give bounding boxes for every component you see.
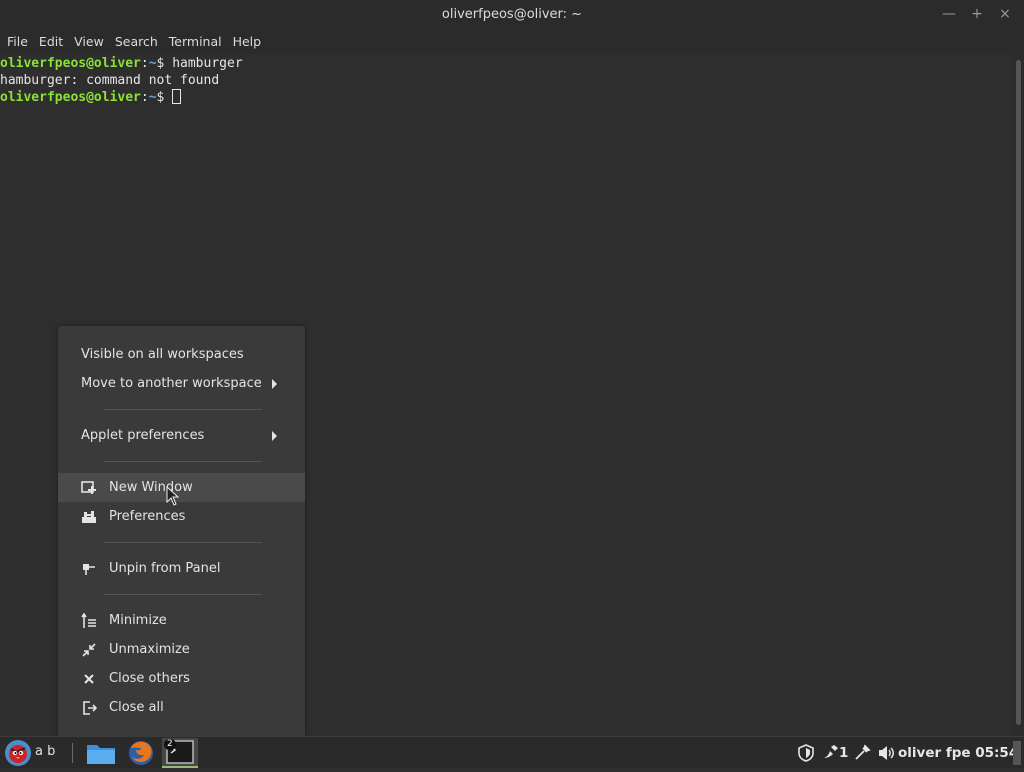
scrollbar-thumb[interactable]: [1016, 60, 1021, 725]
prompt-user: oliverfpeos@oliver: [0, 90, 141, 105]
menu-item-new-window[interactable]: New Window: [58, 473, 305, 502]
show-desktop-button[interactable]: [1013, 741, 1021, 765]
menu-item-label: Applet preferences: [81, 428, 205, 443]
menu-help[interactable]: Help: [228, 34, 267, 49]
command-text: $: [156, 90, 173, 105]
menu-item-applet-preferences[interactable]: Applet preferences: [58, 421, 305, 450]
terminal-scrollbar[interactable]: [1012, 54, 1024, 736]
menu-edit[interactable]: Edit: [34, 34, 68, 49]
menu-item-label: Visible on all workspaces: [81, 347, 244, 362]
submenu-arrow-icon: [272, 378, 277, 389]
menu-item-unmaximize[interactable]: Unmaximize: [58, 635, 305, 664]
system-tray: 1 oliver fpe 05:54: [784, 737, 1024, 769]
context-menu: Visible on all workspaces Move to anothe…: [58, 326, 305, 736]
terminal-output: hamburger: command not found: [0, 73, 220, 88]
menu-item-close-others[interactable]: Close others: [58, 664, 305, 693]
taskbar-app-terminal[interactable]: 2: [162, 738, 198, 768]
taskbar-app-files[interactable]: [83, 738, 119, 768]
taskbar-app-firefox[interactable]: [123, 738, 159, 768]
menu-separator: [104, 542, 262, 543]
menu-item-minimize[interactable]: Minimize: [58, 606, 305, 635]
menu-item-move-workspace[interactable]: Move to another workspace: [58, 369, 305, 398]
taskbar: a b 2 1 oliver fpe 05:54: [0, 736, 1024, 768]
menu-separator: [104, 461, 262, 462]
prompt-colon: :: [140, 56, 149, 71]
minimize-icon: [80, 612, 98, 630]
window-title: oliverfpeos@oliver: ~: [441, 6, 583, 22]
window-titlebar[interactable]: oliverfpeos@oliver: ~ — + ×: [0, 0, 1024, 28]
submenu-arrow-icon: [272, 430, 277, 441]
volume-icon[interactable]: [877, 744, 895, 762]
firefox-icon: [129, 741, 153, 765]
update-manager-icon[interactable]: [822, 744, 840, 762]
command-text: $ hamburger: [156, 56, 243, 71]
clock[interactable]: oliver fpe 05:54: [898, 745, 1018, 761]
menu-item-label: Close others: [109, 671, 190, 686]
menu-separator: [104, 594, 262, 595]
menu-view[interactable]: View: [69, 34, 109, 49]
menu-item-label: New Window: [109, 480, 193, 495]
prompt-path: ~: [148, 90, 157, 105]
menu-terminal[interactable]: Terminal: [164, 34, 227, 49]
menu-file[interactable]: File: [2, 34, 33, 49]
maximize-button[interactable]: +: [964, 3, 990, 25]
terminal-line: oliverfpeos@oliver:~$: [0, 89, 1012, 106]
prompt-path: ~: [148, 56, 157, 71]
prompt-colon: :: [140, 90, 149, 105]
window-controls: — + ×: [936, 0, 1018, 28]
window-count-badge: 2: [164, 739, 176, 750]
minimize-button[interactable]: —: [936, 3, 962, 25]
menu-item-unpin[interactable]: Unpin from Panel: [58, 554, 305, 583]
menu-separator: [104, 409, 262, 410]
app-menu-label[interactable]: a b: [35, 744, 55, 759]
menubar: File Edit View Search Terminal Help: [0, 28, 1024, 54]
menu-item-visible-all-workspaces[interactable]: Visible on all workspaces: [58, 340, 305, 369]
menu-item-label: Move to another workspace: [81, 376, 262, 391]
menu-item-label: Minimize: [109, 613, 167, 628]
preferences-icon: [80, 508, 98, 526]
mouse-pointer-icon: [166, 486, 180, 506]
app-menu-icon[interactable]: [4, 739, 32, 767]
menu-item-close-all[interactable]: Close all: [58, 693, 305, 722]
text-cursor: [172, 89, 182, 104]
shield-icon[interactable]: [797, 744, 815, 762]
taskbar-separator: [72, 743, 73, 763]
menu-item-label: Close all: [109, 700, 164, 715]
network-icon[interactable]: [853, 744, 871, 762]
unmaximize-icon: [80, 641, 98, 659]
close-button[interactable]: ×: [992, 3, 1018, 25]
close-all-icon: [80, 699, 98, 717]
folder-icon: [87, 745, 115, 764]
terminal-line: oliverfpeos@oliver:~$ hamburger: [0, 55, 1012, 72]
new-window-icon: [80, 479, 98, 497]
menu-search[interactable]: Search: [110, 34, 163, 49]
menu-item-label: Preferences: [109, 509, 186, 524]
menu-item-label: Unmaximize: [109, 642, 190, 657]
prompt-user: oliverfpeos@oliver: [0, 56, 141, 71]
close-icon: [80, 670, 98, 688]
menu-item-label: Unpin from Panel: [109, 561, 221, 576]
update-count: 1: [839, 745, 849, 761]
menu-item-preferences[interactable]: Preferences: [58, 502, 305, 531]
unpin-icon: [80, 560, 98, 578]
